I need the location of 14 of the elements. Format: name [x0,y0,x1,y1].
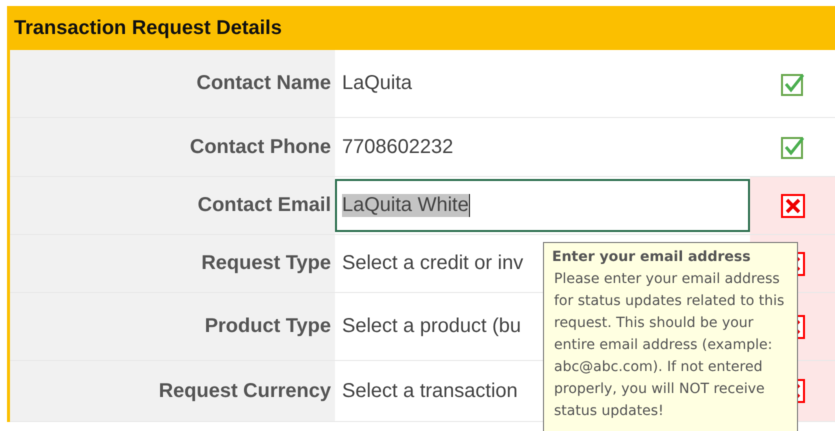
input-field[interactable]: 7708602232 [335,120,750,174]
field-label: Product Type [10,293,335,360]
input-field[interactable]: LaQuita [335,52,750,115]
checkbox-checked-icon [780,134,806,160]
field-label: Contact Email [10,177,335,234]
field-label: Contact Name [10,50,335,117]
field-label: Request Currency [10,361,335,421]
tooltip-title: Enter your email address [552,249,752,265]
field-label: Request Type [10,235,335,292]
input-field[interactable]: LaQuita White [335,179,750,232]
error-x-icon [780,194,804,218]
panel-title: Transaction Request Details [7,6,835,50]
tooltip-text: Please enter your email address for status updates related to this request. This should be your entire email address (example: abc@abc.com). If not entered properly, you will NOT receive status updates! [553,270,786,421]
field-label: Contact Phone [10,118,335,176]
